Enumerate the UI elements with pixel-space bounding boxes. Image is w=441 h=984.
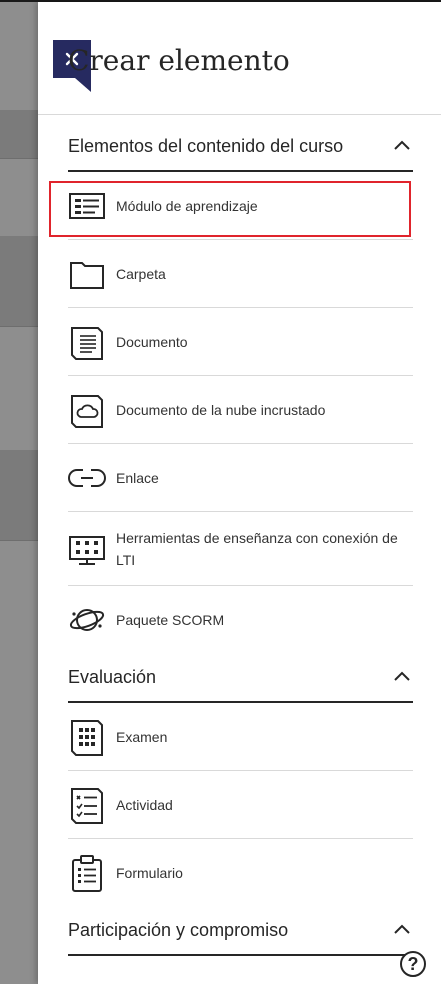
item-label: Actividad (116, 796, 173, 813)
item-document[interactable]: Documento (68, 308, 413, 376)
section-header-course-content[interactable]: Elementos del contenido del curso (68, 122, 413, 172)
section-title: Participación y compromiso (68, 919, 289, 940)
item-label: Examen (116, 728, 168, 745)
header-divider (38, 114, 441, 115)
lti-tool-icon (68, 529, 106, 569)
panel-title: Crear elemento (68, 44, 290, 77)
learning-module-icon (68, 186, 106, 226)
section-title: Elementos del contenido del curso (68, 135, 344, 156)
course-page-backdrop (0, 0, 38, 984)
assignment-icon (68, 785, 106, 825)
chevron-up-icon (394, 924, 410, 934)
cloud-document-icon (68, 390, 106, 430)
folder-icon (68, 254, 106, 294)
item-label: Módulo de aprendizaje (116, 197, 258, 214)
document-icon (68, 322, 106, 362)
help-icon: ? (407, 953, 419, 974)
section-title: Evaluación (68, 666, 157, 687)
link-icon (68, 458, 106, 498)
item-test[interactable]: Examen (68, 703, 413, 771)
item-label: Enlace (116, 469, 159, 486)
chevron-up-icon (394, 671, 410, 681)
item-label: Paquete SCORM (116, 611, 225, 628)
test-icon (68, 717, 106, 757)
create-item-panel: Crear elemento Elementos del contenido d… (38, 2, 441, 984)
item-assignment[interactable]: Actividad (68, 771, 413, 839)
form-icon (68, 853, 106, 893)
item-scorm-package[interactable]: Paquete SCORM (68, 586, 413, 653)
scorm-package-icon (68, 600, 106, 640)
item-label: Documento (116, 333, 188, 350)
item-lti-tool[interactable]: Herramientas de enseñanza con conexión d… (68, 512, 413, 586)
item-link[interactable]: Enlace (68, 444, 413, 512)
item-label: Formulario (116, 864, 183, 881)
section-header-assessment[interactable]: Evaluación (68, 653, 413, 703)
item-form[interactable]: Formulario (68, 839, 413, 906)
panel-content: Elementos del contenido del curso Módulo… (49, 122, 413, 956)
backdrop-row (0, 110, 38, 159)
section-header-participation[interactable]: Participación y compromiso (68, 906, 413, 956)
item-cloud-document[interactable]: Documento de la nube incrustado (68, 376, 413, 444)
item-label: Herramientas de enseñanza con conexión d… (116, 529, 398, 568)
help-button[interactable]: ? (400, 951, 426, 977)
item-folder[interactable]: Carpeta (68, 240, 413, 308)
chevron-up-icon (394, 140, 410, 150)
item-label: Carpeta (116, 265, 166, 282)
backdrop-row (0, 450, 38, 541)
item-label: Documento de la nube incrustado (116, 401, 326, 418)
item-learning-module[interactable]: Módulo de aprendizaje (49, 172, 413, 240)
backdrop-row (0, 236, 38, 327)
